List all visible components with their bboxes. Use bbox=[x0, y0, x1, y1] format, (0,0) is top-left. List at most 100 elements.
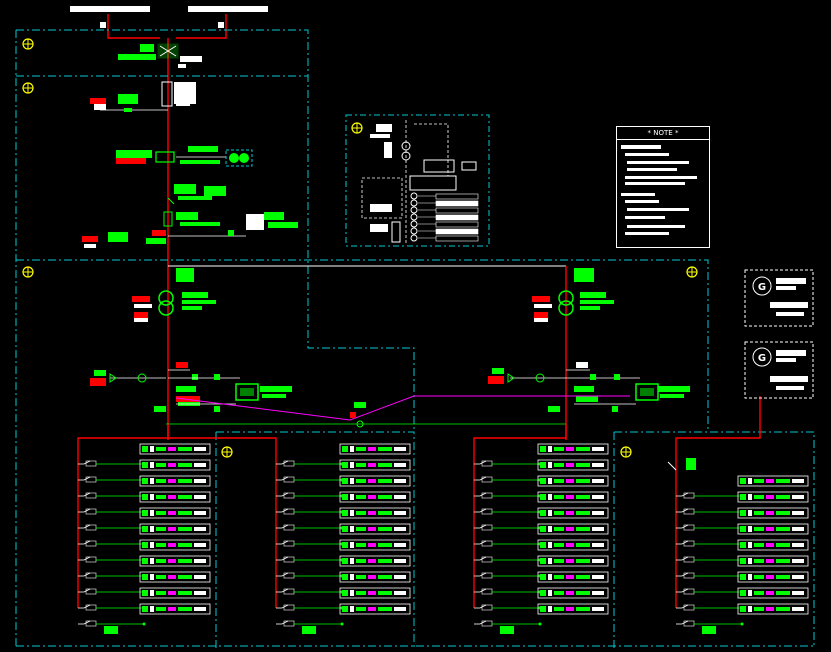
detail-schedule-row bbox=[435, 207, 479, 214]
panel-schedule-row bbox=[139, 443, 211, 455]
feeder-breaker-icon bbox=[675, 556, 744, 563]
panel-schedule-row bbox=[139, 459, 211, 471]
feeder-breaker-icon bbox=[675, 604, 744, 611]
feeder-breaker-icon bbox=[275, 556, 344, 563]
panel-schedule-row bbox=[139, 523, 211, 535]
detail-coil-icon bbox=[410, 234, 418, 242]
feeder-breaker-icon bbox=[275, 620, 344, 627]
panel-schedule-row bbox=[139, 587, 211, 599]
feeder-breaker-icon bbox=[77, 572, 146, 579]
feeder-breaker-icon bbox=[473, 460, 542, 467]
panel-schedule-row bbox=[537, 507, 609, 519]
panel-schedule-row bbox=[339, 587, 411, 599]
feeder-breaker-icon bbox=[275, 508, 344, 515]
feeder-breaker-icon bbox=[473, 476, 542, 483]
utility-feed-a-label-block bbox=[70, 6, 150, 12]
feeder-breaker-icon bbox=[77, 492, 146, 499]
panel-schedule-row bbox=[737, 507, 809, 519]
panel-schedule-row bbox=[737, 587, 809, 599]
panel-schedule-row bbox=[339, 571, 411, 583]
single-line-diagram: G G * NOTE * bbox=[0, 0, 831, 648]
feeder-breaker-icon bbox=[473, 588, 542, 595]
feeder-breaker-icon bbox=[473, 572, 542, 579]
panel-schedule-row bbox=[339, 507, 411, 519]
panel-schedule-row bbox=[139, 539, 211, 551]
panel-schedule-row bbox=[339, 443, 411, 455]
detail-schedule-row bbox=[435, 228, 479, 235]
feeder-breaker-icon bbox=[675, 588, 744, 595]
feeder-breaker-icon bbox=[77, 588, 146, 595]
note-divider bbox=[617, 139, 709, 140]
panel-schedule-row bbox=[139, 475, 211, 487]
panel-schedule-row bbox=[339, 603, 411, 615]
feeder-breaker-icon bbox=[77, 476, 146, 483]
feeder-breaker-icon bbox=[473, 604, 542, 611]
feeder-breaker-icon bbox=[473, 508, 542, 515]
panel-schedule-row bbox=[139, 603, 211, 615]
feeder-breaker-icon bbox=[275, 460, 344, 467]
feeder-breaker-icon bbox=[675, 540, 744, 547]
panel-schedule-row bbox=[139, 507, 211, 519]
feeder-breaker-icon bbox=[77, 556, 146, 563]
main-feeder-line bbox=[107, 14, 227, 440]
zone-marker-icon bbox=[351, 122, 363, 134]
panel-schedule-row bbox=[737, 523, 809, 535]
feeder-breaker-icon bbox=[675, 492, 744, 499]
feeder-breaker-icon bbox=[473, 540, 542, 547]
panel-ground-tag bbox=[500, 626, 514, 634]
detail-schedule-row bbox=[435, 200, 479, 207]
zone-marker-icon bbox=[22, 38, 34, 50]
detail-coil-icon bbox=[410, 220, 418, 228]
feeder-breaker-icon bbox=[473, 524, 542, 531]
panel-schedule-row bbox=[737, 475, 809, 487]
detail-block-boundary bbox=[345, 114, 490, 247]
feeder-breaker-icon bbox=[77, 508, 146, 515]
panel-schedule-row bbox=[537, 491, 609, 503]
detail-schedule-row bbox=[435, 193, 479, 200]
panel-schedule-row bbox=[537, 475, 609, 487]
panel-schedule-row bbox=[139, 491, 211, 503]
panel-schedule-row bbox=[737, 555, 809, 567]
panel-schedule-row bbox=[339, 523, 411, 535]
panel-schedule-row bbox=[537, 459, 609, 471]
detail-coil-icon bbox=[410, 206, 418, 214]
feeder-breaker-icon bbox=[675, 524, 744, 531]
feeder-breaker-icon bbox=[275, 524, 344, 531]
panel-ground-tag bbox=[104, 626, 118, 634]
panel-ground-tag bbox=[702, 626, 716, 634]
svg-text:G: G bbox=[758, 353, 766, 364]
feeder-breaker-icon bbox=[77, 620, 146, 627]
feeder-breaker-icon bbox=[275, 572, 344, 579]
panel-schedule-row bbox=[537, 603, 609, 615]
panel-schedule-row bbox=[537, 587, 609, 599]
panel-schedule-row bbox=[737, 491, 809, 503]
feeder-breaker-icon bbox=[77, 604, 146, 611]
feeder-breaker-icon bbox=[275, 476, 344, 483]
zone-marker-icon bbox=[22, 266, 34, 278]
zone-marker-icon bbox=[620, 446, 632, 458]
feeder-breaker-icon bbox=[77, 460, 146, 467]
detail-coil-icon bbox=[410, 199, 418, 207]
feeder-breaker-icon bbox=[675, 508, 744, 515]
feeder-breaker-icon bbox=[675, 620, 744, 627]
detail-coil-icon bbox=[410, 192, 418, 200]
detail-coil-icon bbox=[410, 227, 418, 235]
panel-schedule-row bbox=[339, 475, 411, 487]
panel-schedule-row bbox=[737, 539, 809, 551]
feeder-breaker-icon bbox=[77, 524, 146, 531]
feeder-breaker-icon bbox=[473, 492, 542, 499]
panel-ground-tag bbox=[302, 626, 316, 634]
panel-schedule-row bbox=[339, 459, 411, 471]
detail-schedule-row bbox=[435, 221, 479, 228]
panel-schedule-row bbox=[537, 523, 609, 535]
panel-schedule-row bbox=[537, 539, 609, 551]
feeder-breaker-icon bbox=[473, 620, 542, 627]
note-title: * NOTE * bbox=[647, 129, 679, 137]
panel-schedule-row bbox=[537, 443, 609, 455]
zone-marker-icon bbox=[221, 446, 233, 458]
detail-coil-icon bbox=[410, 213, 418, 221]
feeder-breaker-icon bbox=[275, 588, 344, 595]
panel-schedule-row bbox=[537, 555, 609, 567]
feeder-breaker-icon bbox=[275, 540, 344, 547]
detail-schedule-row bbox=[435, 235, 479, 242]
